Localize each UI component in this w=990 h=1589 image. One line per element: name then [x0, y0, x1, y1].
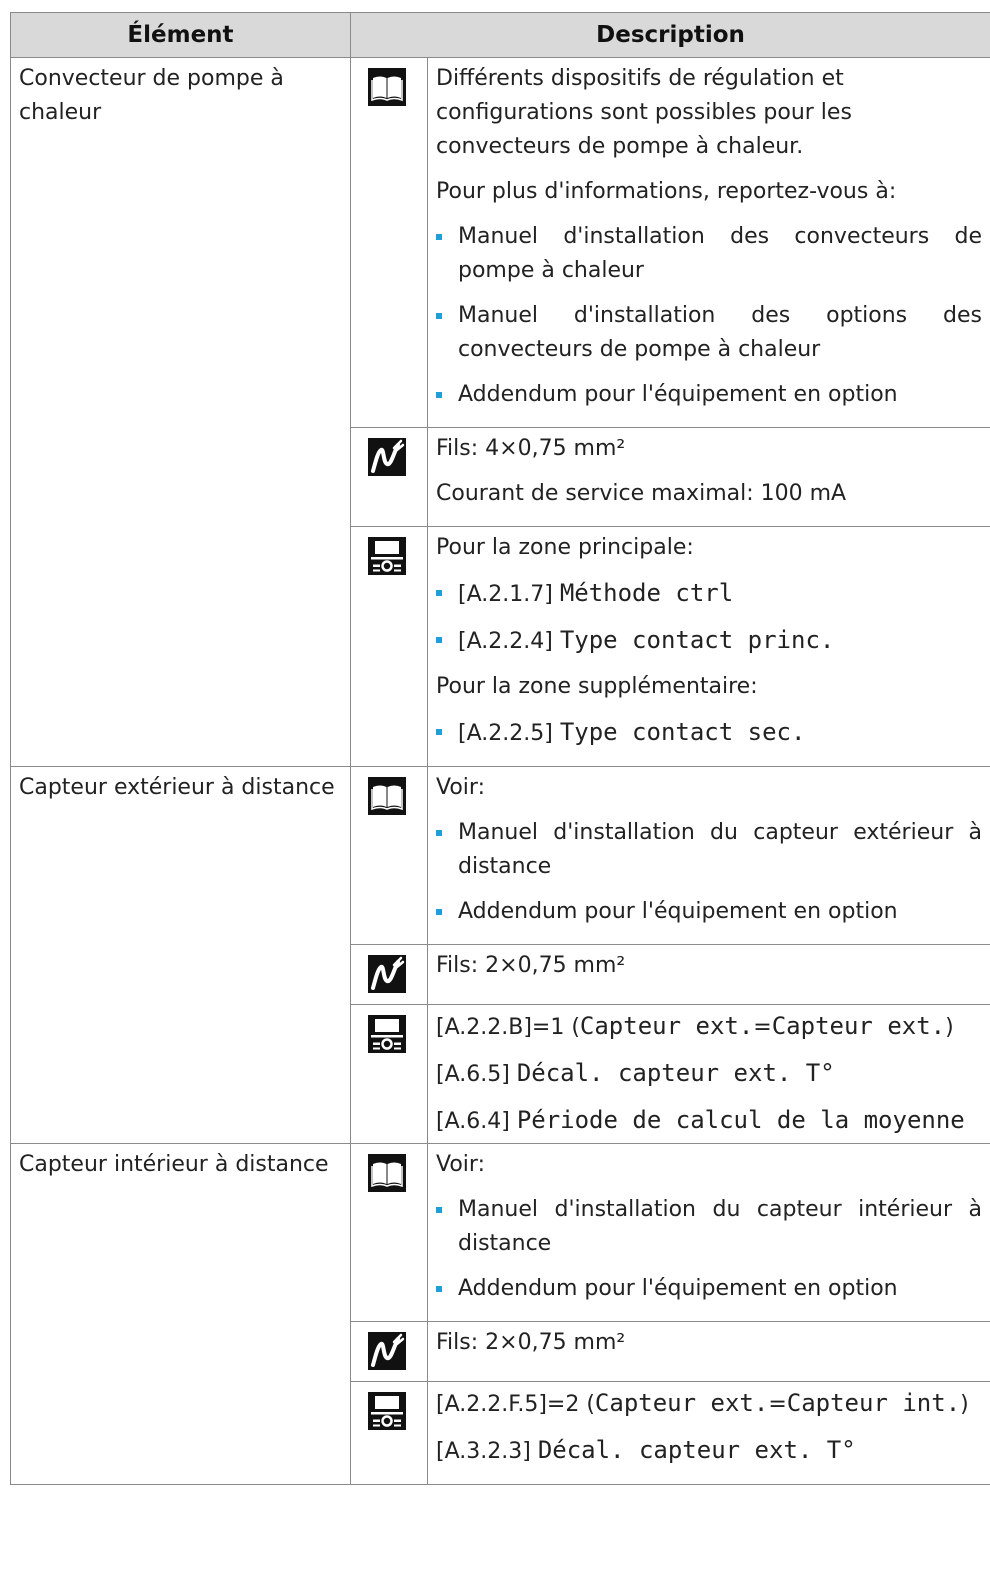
table-row: Convecteur de pompe à chaleur Différents… — [10, 57, 990, 767]
ui-description: [A.2.2.F.5]=2 (Capteur ext.=Capteur int.… — [426, 1381, 990, 1485]
text-line: [A.3.2.3] Décal. capteur ext. T° — [436, 1433, 982, 1480]
setting-code: [A.2.2.F.5]=2 ( — [436, 1392, 595, 1417]
text-line: Pour la zone principale: — [436, 535, 694, 560]
wire-icon-cell — [350, 427, 428, 527]
book-icon-cell — [350, 1143, 428, 1322]
header-row: Élément Description — [10, 12, 990, 58]
table-row: Capteur extérieur à distance Voir: Manue… — [10, 766, 990, 1144]
wire-description: Fils: 4×0,75 mm² Courant de service maxi… — [426, 427, 990, 527]
text-line: [A.2.2.F.5]=2 (Capteur ext.=Capteur int.… — [436, 1386, 982, 1433]
setting-name: Méthode ctrl — [559, 579, 734, 607]
user-interface-icon — [368, 1015, 406, 1053]
book-description: Différents dispositifs de régulation et … — [426, 57, 990, 428]
setting-code: [A.2.1.7] — [458, 582, 553, 607]
setting-code: [A.2.2.4] — [458, 629, 553, 654]
setting-name: Capteur ext. — [594, 1389, 769, 1417]
setting-name: Décal. capteur ext. T° — [516, 1059, 835, 1087]
list-item: Addendum pour l'équipement en option — [436, 895, 982, 940]
equals-sign: = — [753, 1015, 772, 1040]
spec-table: Élément Description Convecteur de pompe … — [10, 12, 990, 1485]
table-row: Capteur intérieur à distance Voir: Manue… — [10, 1143, 990, 1485]
book-icon-cell — [350, 766, 428, 945]
setting-name: Type contact princ. — [559, 626, 835, 654]
ui-icon-cell — [350, 526, 428, 767]
book-description: Voir: Manuel d'installation du capteur i… — [426, 1143, 990, 1322]
book-icon — [368, 68, 406, 106]
text-line: Courant de service maximal: 100 mA — [436, 481, 847, 506]
ui-icon-cell — [350, 1004, 428, 1144]
ui-description: [A.2.2.B]=1 (Capteur ext.=Capteur ext.) … — [426, 1004, 990, 1144]
wire-icon — [368, 438, 406, 476]
text-line: Fils: 2×0,75 mm² — [436, 953, 626, 978]
text-line: Fils: 2×0,75 mm² — [436, 1330, 626, 1355]
setting-code: [A.2.2.B]=1 ( — [436, 1015, 580, 1040]
text-line: [A.6.4] Période de calcul de la moyenne — [436, 1103, 982, 1139]
list-item: Manuel d'installation du capteur intérie… — [436, 1193, 982, 1272]
element-name: Capteur intérieur à distance — [10, 1143, 351, 1485]
wire-icon — [368, 955, 406, 993]
list-item: Manuel d'installation du capteur extérie… — [436, 816, 982, 895]
book-description: Voir: Manuel d'installation du capteur e… — [426, 766, 990, 945]
setting-name: Capteur ext. — [579, 1012, 754, 1040]
element-name: Convecteur de pompe à chaleur — [10, 57, 351, 767]
closing-paren: ) — [960, 1392, 969, 1417]
list-item: [A.2.2.4] Type contact princ. — [436, 623, 982, 670]
book-icon-cell — [350, 57, 428, 428]
setting-code: [A.3.2.3] — [436, 1439, 531, 1464]
wire-description: Fils: 2×0,75 mm² — [426, 1321, 990, 1382]
setting-value: Capteur ext. — [771, 1012, 946, 1040]
equals-sign: = — [768, 1392, 787, 1417]
setting-value: Capteur int. — [786, 1389, 961, 1417]
user-interface-icon — [368, 537, 406, 575]
ui-description: Pour la zone principale: [A.2.1.7] Métho… — [426, 526, 990, 767]
list-item: Addendum pour l'équipement en option — [436, 1272, 982, 1317]
list-item: [A.2.2.5] Type contact sec. — [436, 715, 982, 762]
text-line: Voir: — [436, 775, 485, 800]
list-item: Addendum pour l'équipement en option — [436, 378, 982, 423]
text-line: Pour plus d'informations, reportez-vous … — [436, 179, 897, 204]
wire-icon — [368, 1332, 406, 1370]
setting-code: [A.6.4] — [436, 1109, 510, 1134]
list-item: Manuel d'installation des options des co… — [436, 299, 982, 378]
element-name: Capteur extérieur à distance — [10, 766, 351, 1144]
wire-icon-cell — [350, 1321, 428, 1382]
setting-code: [A.2.2.5] — [458, 721, 553, 746]
setting-name: Type contact sec. — [559, 718, 806, 746]
header-description: Description — [349, 12, 990, 58]
book-icon — [368, 777, 406, 815]
setting-name: Période de calcul de la moyenne — [516, 1106, 965, 1134]
text-line: [A.6.5] Décal. capteur ext. T° — [436, 1056, 982, 1103]
wire-icon-cell — [350, 944, 428, 1005]
wire-description: Fils: 2×0,75 mm² — [426, 944, 990, 1005]
text-line: Pour la zone supplémentaire: — [436, 674, 758, 699]
book-icon — [368, 1154, 406, 1192]
setting-name: Décal. capteur ext. T° — [537, 1436, 856, 1464]
text-line: [A.2.2.B]=1 (Capteur ext.=Capteur ext.) — [436, 1009, 982, 1056]
text-line: Différents dispositifs de régulation et … — [436, 66, 852, 159]
ui-icon-cell — [350, 1381, 428, 1485]
user-interface-icon — [368, 1392, 406, 1430]
text-line: Fils: 4×0,75 mm² — [436, 436, 626, 461]
closing-paren: ) — [945, 1015, 954, 1040]
setting-code: [A.6.5] — [436, 1062, 510, 1087]
list-item: [A.2.1.7] Méthode ctrl — [436, 576, 982, 623]
header-element: Élément — [10, 12, 351, 58]
list-item: Manuel d'installation des convecteurs de… — [436, 220, 982, 299]
text-line: Voir: — [436, 1152, 485, 1177]
